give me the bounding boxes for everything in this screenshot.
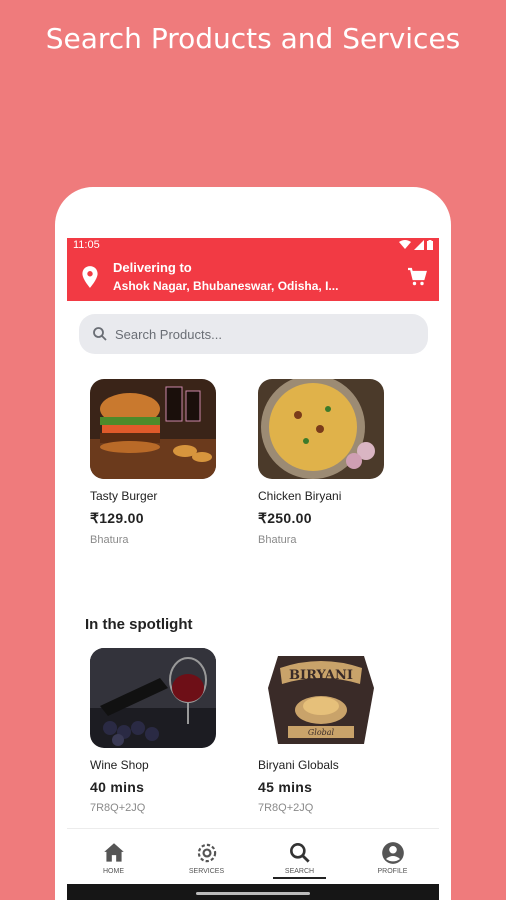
biryani-image (258, 379, 384, 479)
store-code: 7R8Q+2JQ (90, 802, 146, 814)
product-name: Chicken Biryani (258, 489, 342, 503)
delivery-header[interactable]: Delivering to Ashok Nagar, Bhubaneswar, … (67, 252, 439, 301)
spotlight-grid: Wine Shop 40 mins 7R8Q+2JQ BIRYANI Globa… (67, 648, 439, 814)
spotlight-title: In the spotlight (85, 616, 193, 633)
search-icon (289, 842, 310, 863)
search-icon (93, 327, 107, 341)
product-price: ₹129.00 (90, 510, 144, 526)
store-delivery-time: 45 mins (258, 779, 313, 795)
nav-profile[interactable]: PROFILE (346, 829, 439, 885)
product-card[interactable]: Chicken Biryani ₹250.00 Bhatura (258, 379, 398, 546)
nav-label: SERVICES (188, 867, 225, 875)
nav-services[interactable]: SERVICES (160, 829, 253, 885)
wifi-icon (399, 240, 411, 249)
store-delivery-time: 40 mins (90, 779, 145, 795)
profile-icon (381, 841, 404, 864)
nav-label: PROFILE (377, 867, 408, 875)
product-category: Bhatura (258, 534, 297, 546)
product-price: ₹250.00 (258, 510, 312, 526)
gear-icon (197, 843, 216, 862)
bottom-nav: HOME SERVICES SEARCH PROFILE (67, 828, 439, 885)
biryani-globals-logo: BIRYANI Global (258, 648, 384, 748)
nav-label: HOME (103, 867, 124, 875)
burger-image (90, 379, 216, 479)
product-grid: Tasty Burger ₹129.00 Bhatura Chicken Bir… (67, 379, 439, 546)
signal-icon (414, 240, 424, 250)
store-card[interactable]: BIRYANI Global Biryani Globals 45 mins 7… (258, 648, 398, 814)
status-bar: 11:05 (67, 238, 439, 252)
search-placeholder: Search Products... (115, 326, 222, 342)
store-card[interactable]: Wine Shop 40 mins 7R8Q+2JQ (90, 648, 230, 814)
store-name: Wine Shop (90, 758, 149, 772)
logo-text: BIRYANI (289, 668, 353, 683)
delivery-address[interactable]: Ashok Nagar, Bhubaneswar, Odisha, I... (113, 279, 405, 293)
nav-home[interactable]: HOME (67, 829, 160, 885)
nav-search[interactable]: SEARCH (253, 829, 346, 885)
product-category: Bhatura (90, 534, 129, 546)
logo-subtext: Global (308, 728, 335, 737)
cart-icon[interactable] (405, 265, 429, 289)
delivery-title: Delivering to (113, 260, 192, 275)
home-icon (103, 842, 124, 862)
battery-icon (427, 240, 433, 250)
home-gesture-pill[interactable] (196, 892, 310, 895)
wine-shop-image (90, 648, 216, 748)
search-input[interactable]: Search Products... (79, 314, 428, 354)
location-pin-icon (82, 265, 98, 288)
status-time: 11:05 (73, 239, 100, 251)
app-screen: 11:05 Delivering to Ashok Nagar, Bhubane… (67, 238, 439, 900)
nav-label: SEARCH (284, 867, 315, 875)
system-nav-bar (67, 884, 439, 900)
product-card[interactable]: Tasty Burger ₹129.00 Bhatura (90, 379, 230, 546)
promo-headline: Search Products and Services (45, 22, 461, 55)
store-name: Biryani Globals (258, 758, 339, 772)
store-code: 7R8Q+2JQ (258, 802, 314, 814)
product-name: Tasty Burger (90, 489, 158, 503)
